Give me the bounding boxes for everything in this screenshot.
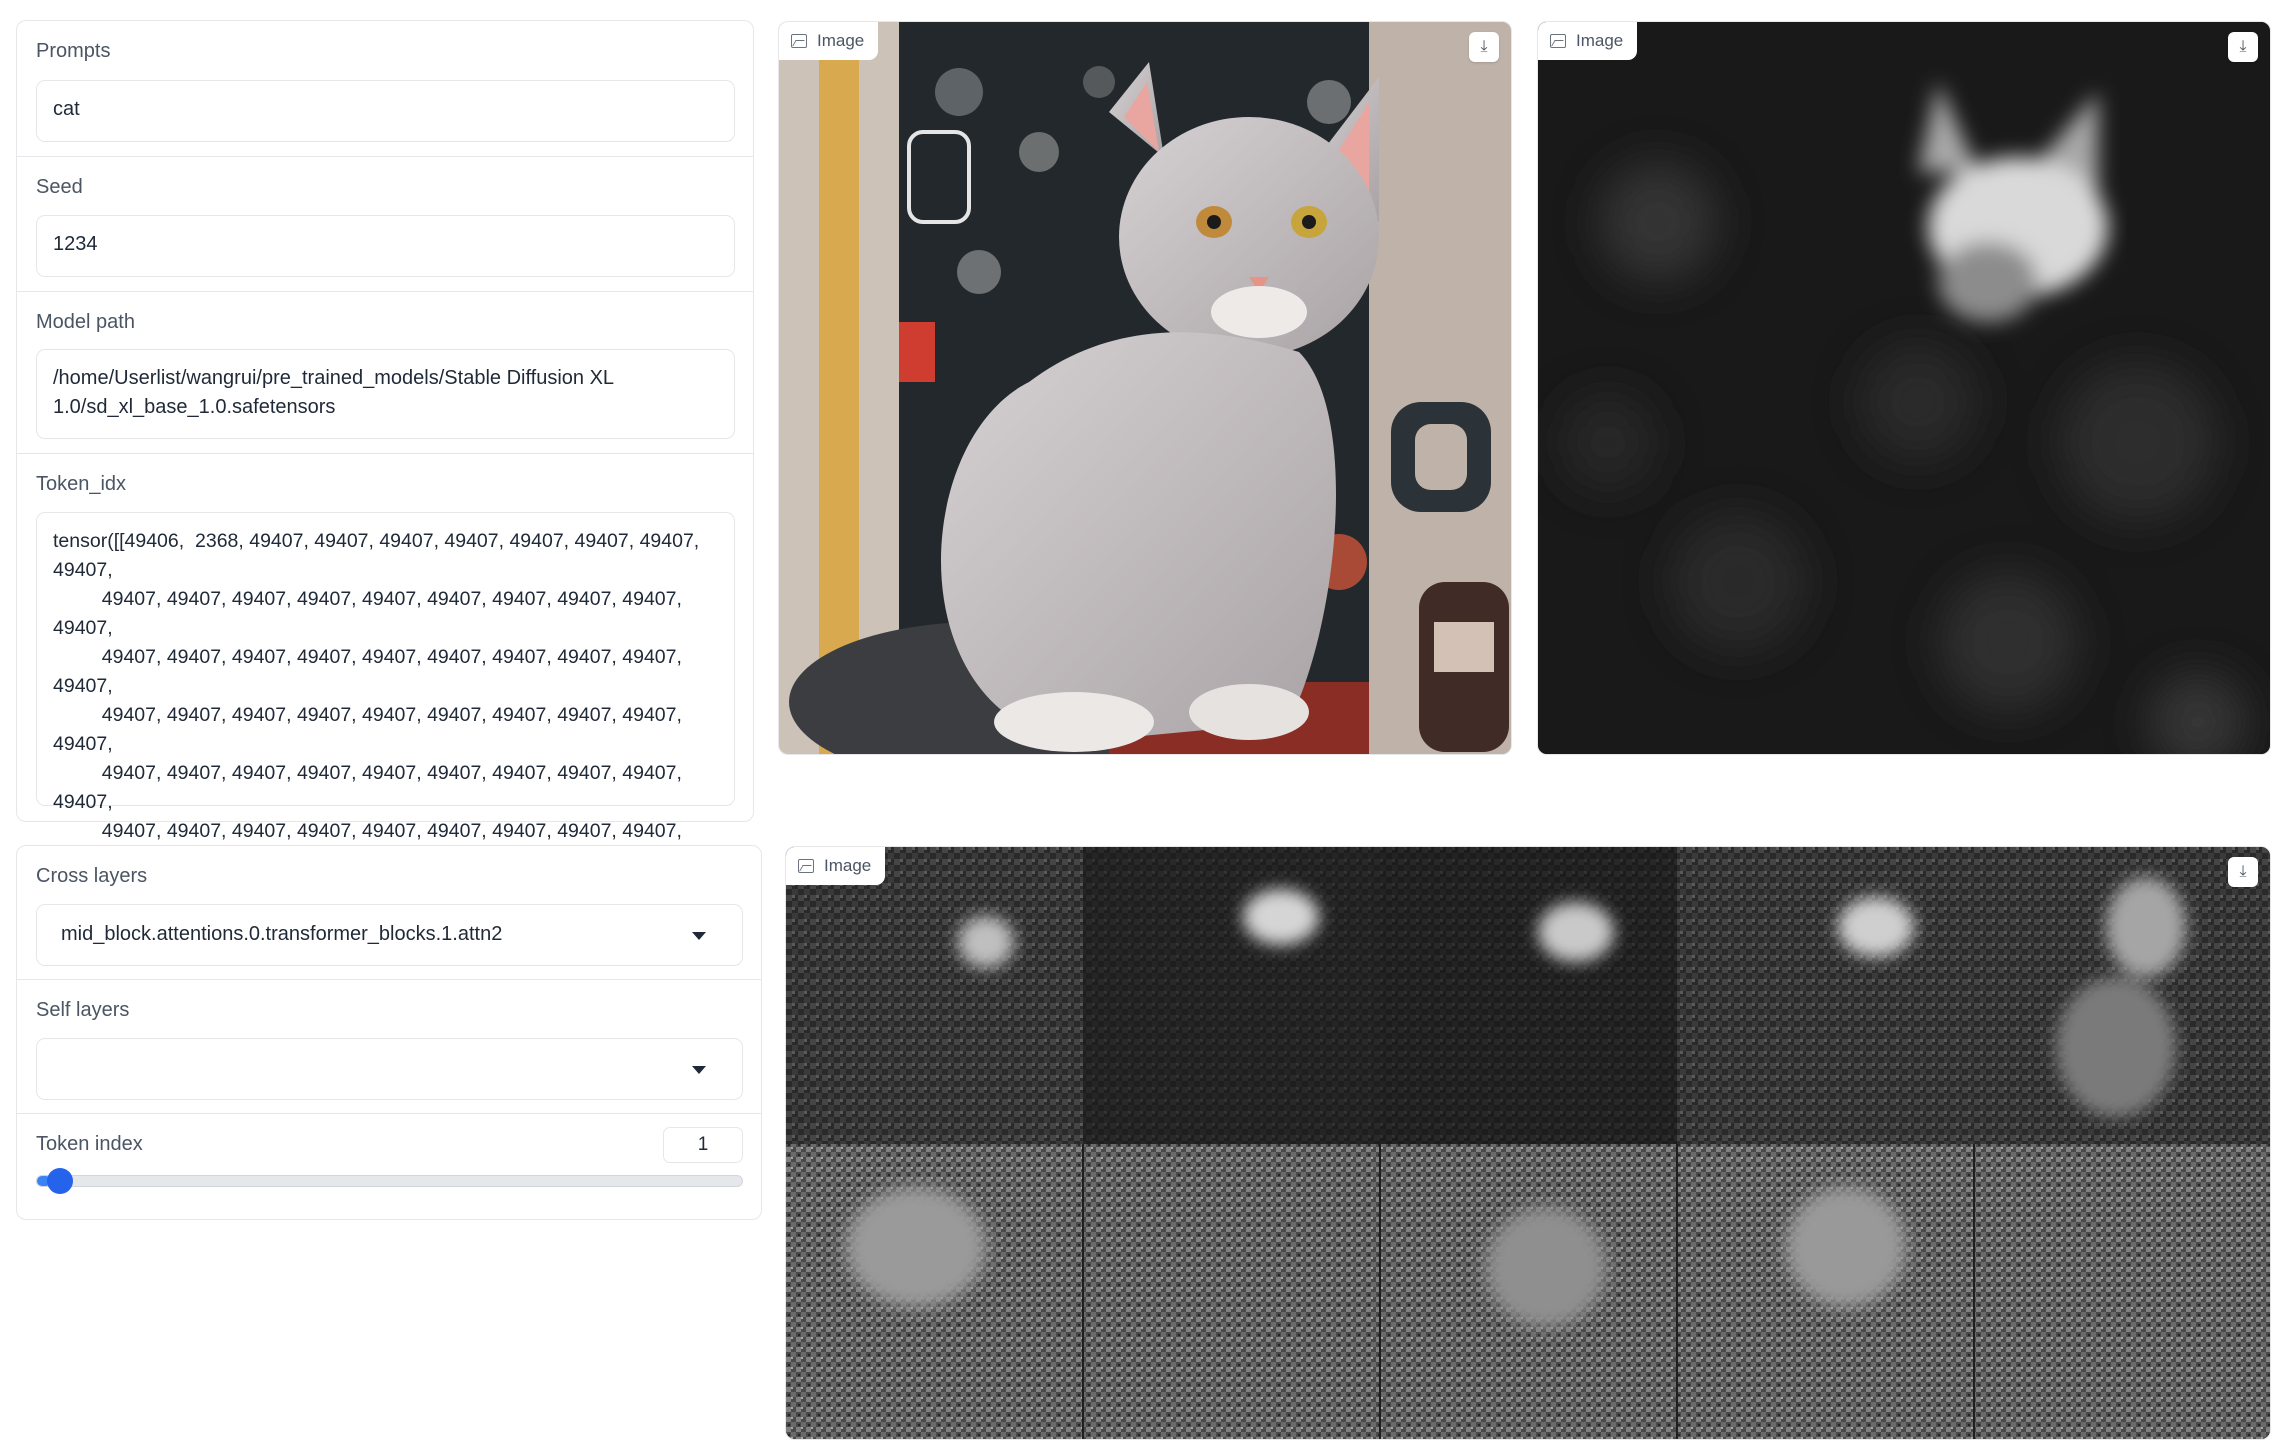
download-icon[interactable]: ⤓ — [2228, 32, 2258, 62]
layer-grid-panel: Image ⤓ — [785, 846, 2271, 1440]
prompts-input[interactable]: cat — [36, 80, 735, 142]
token-idx-input[interactable]: tensor([[49406, 2368, 49407, 49407, 4940… — [36, 512, 735, 958]
self-layers-dropdown[interactable] — [36, 1038, 743, 1100]
controls-panel: Cross layers mid_block.attentions.0.tran… — [16, 845, 762, 1220]
seed-input[interactable]: 1234 — [36, 215, 735, 277]
generated-cat-image — [779, 22, 1511, 754]
image-label-text: Image — [1576, 31, 1624, 50]
token-idx-field: Token_idx tensor([[49406, 2368, 49407, 4… — [17, 454, 753, 958]
token-index-field: Token index 1 — [17, 1114, 761, 1219]
image-label-text: Image — [817, 31, 865, 50]
prompts-label: Prompts — [36, 40, 111, 62]
cross-layers-dropdown[interactable]: mid_block.attentions.0.transformer_block… — [36, 904, 743, 966]
download-icon[interactable]: ⤓ — [2228, 857, 2258, 887]
token-index-slider[interactable] — [36, 1168, 743, 1194]
token-idx-label: Token_idx — [36, 473, 127, 495]
cross-layers-label: Cross layers — [36, 865, 148, 887]
cross-layers-field: Cross layers mid_block.attentions.0.tran… — [17, 846, 761, 980]
seed-label: Seed — [36, 176, 83, 198]
image-label-text: Image — [824, 856, 872, 875]
cross-layers-value: mid_block.attentions.0.transformer_block… — [61, 923, 503, 945]
chevron-down-icon — [692, 932, 706, 940]
model-path-field: Model path /home/Userlist/wangrui/pre_tr… — [17, 292, 753, 454]
attention-map-image — [1538, 22, 2270, 754]
chevron-down-icon — [692, 1066, 706, 1074]
image-icon — [1550, 34, 1566, 48]
token-index-label: Token index — [36, 1133, 143, 1155]
prompts-field: Prompts cat — [17, 21, 753, 157]
image-label: Image — [779, 22, 879, 60]
generated-image-panel: Image ⤓ — [778, 21, 1512, 755]
image-icon — [798, 859, 814, 873]
layer-attention-grid-image — [786, 847, 2270, 1439]
attention-map-panel: Image ⤓ — [1537, 21, 2271, 755]
seed-field: Seed 1234 — [17, 157, 753, 292]
self-layers-field: Self layers — [17, 980, 761, 1114]
slider-thumb[interactable] — [47, 1168, 74, 1194]
image-label: Image — [1538, 22, 1638, 60]
image-label: Image — [786, 847, 886, 885]
self-layers-label: Self layers — [36, 999, 130, 1021]
image-icon — [791, 34, 807, 48]
model-path-label: Model path — [36, 311, 135, 333]
model-path-input[interactable]: /home/Userlist/wangrui/pre_trained_model… — [36, 349, 735, 439]
token-index-number-input[interactable]: 1 — [663, 1127, 743, 1163]
inputs-panel: Prompts cat Seed 1234 Model path /home/U… — [16, 20, 754, 958]
download-icon[interactable]: ⤓ — [1469, 32, 1499, 62]
